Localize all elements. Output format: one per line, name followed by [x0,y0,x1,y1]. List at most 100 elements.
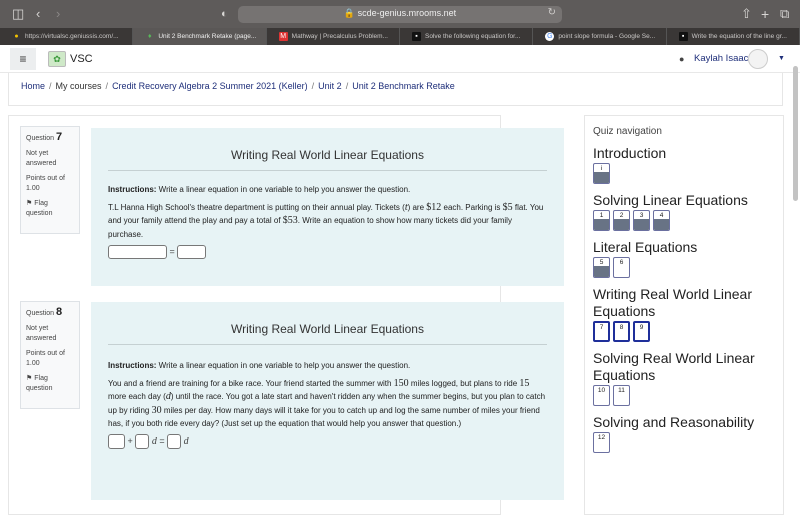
lock-icon: 🔒 [343,8,356,18]
sidebar-toggle-icon[interactable]: ◫ [12,6,24,22]
lightbulb-icon: ● [14,33,19,40]
quiz-nav-button[interactable]: 7 [593,321,610,342]
answered-indicator [614,219,629,230]
site-navbar: ≡ ✿ VSC ● Kaylah Isaacs ▼ [0,45,800,73]
share-icon[interactable]: ⇧ [741,6,752,22]
breadcrumb: Home / My courses / Credit Recovery Algebra … [21,81,455,91]
quiz-nav-button[interactable]: 3 [633,210,650,231]
message-icon[interactable]: ● [679,54,684,64]
equation-editor: = [108,245,547,259]
quiz-nav-button[interactable]: 4 [653,210,670,231]
equation-editor: + d = d [108,433,547,449]
vsc-icon: ♦ [148,33,152,40]
quiz-navigation: Quiz navigation Introduction i Solving Lin… [584,115,784,515]
equation-right-coefficient-input[interactable] [167,433,182,449]
tab-overview-icon[interactable]: ⧉ [780,6,789,22]
question-text: T.L Hanna High School's theatre departme… [108,201,544,239]
breadcrumb-course[interactable]: Credit Recovery Algebra 2 Summer 2021 (K… [112,81,308,91]
hamburger-icon: ≡ [19,52,27,66]
reload-icon[interactable]: ↻ [548,7,556,18]
quiz-nav-buttons: 12 [593,432,775,453]
flag-icon: ⚑ [26,375,33,382]
quiz-nav-section-title: Writing Real World Linear Equations [593,286,752,319]
site-icon: ▪ [678,32,688,41]
new-tab-icon[interactable]: + [761,6,769,22]
answered-indicator [594,266,609,277]
quiz-nav-buttons: 789 [593,321,775,342]
page-scrollbar[interactable] [793,66,798,201]
quiz-nav-section-title: Solving Real World Linear Equations [593,350,755,383]
breadcrumb-container: Home / My courses / Credit Recovery Algebra … [8,73,783,106]
equation-left-input[interactable] [108,245,167,259]
quiz-nav-button[interactable]: 8 [613,321,630,342]
mathway-icon: M [278,32,288,41]
quiz-nav-button[interactable]: 2 [613,210,630,231]
browser-tab[interactable]: Gpoint slope formula - Google Se... [533,28,667,45]
question-status: Not yet answered [26,150,57,167]
browser-tab-active[interactable]: ♦ Unit 2 Benchmark Retake (page... [133,28,267,45]
question-points: Points out of 1.00 [26,175,65,192]
question-text: You and a friend are training for a bike… [108,377,546,429]
menu-toggle-button[interactable]: ≡ [10,48,36,70]
equation-coefficient-input[interactable] [135,433,150,449]
quiz-nav-button[interactable]: i [593,163,610,184]
quiz-nav-button[interactable]: 12 [593,432,610,453]
question-content: Writing Real World Linear Equations Inst… [91,302,564,500]
quiz-nav-buttons: 56 [593,257,775,278]
question-instructions: Instructions: Write a linear equation in… [108,361,411,370]
google-icon: G [545,32,555,41]
question-number: 7 [55,131,63,143]
answered-indicator [634,219,649,230]
question-number: 8 [55,306,63,318]
quiz-nav-buttons: 1234 [593,210,775,231]
equation-right-input[interactable] [177,245,207,259]
question-points: Points out of 1.00 [26,350,65,367]
vsc-logo-icon[interactable]: ✿ [48,51,66,67]
quiz-nav-button[interactable]: 5 [593,257,610,278]
question-instructions: Instructions: Write a linear equation in… [108,185,411,194]
url-text: scde-genius.mrooms.net [357,8,457,18]
user-name[interactable]: Kaylah Isaacs [694,53,753,64]
answered-indicator [594,172,609,183]
breadcrumb-home[interactable]: Home [21,81,45,91]
quiz-nav-section-title: Introduction [593,145,667,161]
question-info: Question 8 Not yet answered Points out o… [20,301,80,409]
answered-indicator [594,219,609,230]
quiz-nav-button[interactable]: 11 [613,385,630,406]
flag-question-link[interactable]: ⚑ Flag question [26,199,74,219]
breadcrumb-unit[interactable]: Unit 2 [318,81,342,91]
site-icon: ▪ [411,32,421,41]
quiz-nav-buttons: 10 11 [593,385,775,406]
flag-question-link[interactable]: ⚑ Flag question [26,374,74,394]
tab-bar: ● https://virtualsc.geniussis.com/... ♦ Un… [0,28,800,45]
site-brand[interactable]: VSC [70,53,93,65]
browser-tab[interactable]: ● https://virtualsc.geniussis.com/... [0,28,134,45]
privacy-shield-icon[interactable]: ◐ [221,6,228,22]
address-bar[interactable]: 🔒 scde-genius.mrooms.net ↻ [238,6,562,23]
chevron-down-icon[interactable]: ▼ [778,55,785,62]
answered-indicator [654,219,669,230]
quiz-nav-section-title: Solving and Reasonability [593,414,755,430]
question-content: Writing Real World Linear Equations Inst… [91,128,564,286]
back-icon[interactable]: ‹ [36,6,40,22]
equation-constant-input[interactable] [108,433,125,449]
quiz-nav-button[interactable]: 10 [593,385,610,406]
forward-icon[interactable]: › [56,6,60,22]
quiz-nav-section-title: Solving Linear Equations [593,192,748,208]
browser-tab[interactable]: ▪ Solve the following equation for... [400,28,534,45]
quiz-navigation-title: Quiz navigation [593,126,662,137]
question-info: Question 7 Not yet answered Points out o… [20,126,80,234]
breadcrumb-quiz[interactable]: Unit 2 Benchmark Retake [352,81,455,91]
question-title: Writing Real World Linear Equations [108,128,547,171]
quiz-nav-button[interactable]: 1 [593,210,610,231]
browser-titlebar: ◫ ‹ › ◐ 🔒 scde-genius.mrooms.net ↻ ⇧ + ⧉ [0,0,800,28]
flag-icon: ⚑ [26,200,33,207]
browser-tab[interactable]: ▪ Write the equation of the line gr... [667,28,800,45]
quiz-nav-button[interactable]: 9 [633,321,650,342]
question-title: Writing Real World Linear Equations [108,302,547,345]
breadcrumb-my-courses[interactable]: My courses [56,81,102,91]
avatar[interactable] [748,49,768,69]
browser-tab[interactable]: M Mathway | Precalculus Problem... [267,28,400,45]
quiz-nav-button[interactable]: 6 [613,257,630,278]
quiz-nav-buttons: i [593,163,775,184]
